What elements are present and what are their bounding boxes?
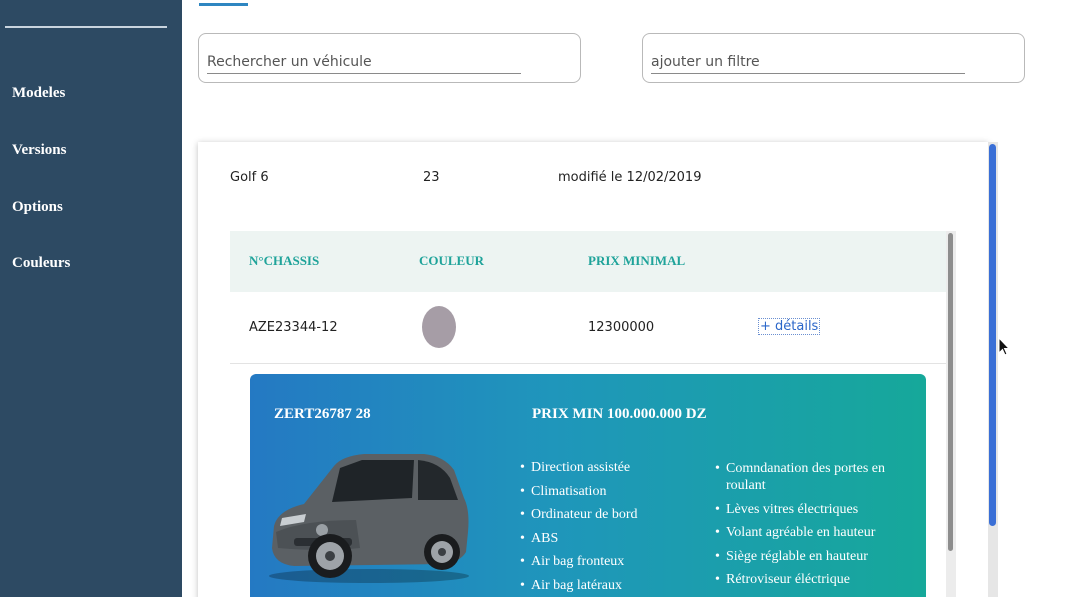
table-row[interactable]: AZE23344-12 12300000 + détails (230, 292, 946, 364)
page-scrollbar[interactable] (988, 142, 998, 597)
sidebar-divider (5, 26, 167, 28)
mouse-cursor-icon (998, 337, 1010, 356)
sidebar: Modeles Versions Options Couleurs (0, 0, 182, 597)
page-scrollbar-thumb[interactable] (989, 144, 996, 526)
feature-list-left: Direction assistée Climatisation Ordinat… (520, 456, 638, 597)
feature-item: Ordinateur de bord (520, 503, 638, 527)
column-header-couleur[interactable]: COULEUR (419, 253, 484, 269)
vehicle-card: Golf 6 23 modifié le 12/02/2019 N°CHASSI… (198, 142, 988, 597)
filter-field (642, 33, 1025, 83)
feature-item: Air bag latéraux (520, 574, 638, 597)
table-scrollbar[interactable] (946, 231, 956, 597)
car-image (269, 454, 469, 583)
filter-input[interactable] (651, 54, 965, 74)
feature-item: ABS (520, 527, 638, 551)
vehicle-count: 23 (423, 170, 440, 185)
sidebar-item-couleurs[interactable]: Couleurs (12, 255, 70, 272)
sidebar-item-versions[interactable]: Versions (12, 142, 66, 159)
feature-item: Air bag fronteux (520, 550, 638, 574)
feature-item: Climatisation (520, 480, 638, 504)
column-header-prix[interactable]: PRIX MINIMAL (588, 253, 685, 269)
detail-code: ZERT26787 28 (274, 406, 371, 422)
table-scrollbar-thumb[interactable] (948, 233, 953, 551)
vehicle-search-field (198, 33, 581, 83)
feature-list-right: Comndanation des portes en roulant Lèves… (715, 460, 905, 595)
feature-item: Siège réglable en hauteur (715, 548, 905, 565)
vehicle-search-input[interactable] (207, 54, 521, 74)
feature-item: Direction assistée (520, 456, 638, 480)
color-swatch (422, 306, 456, 348)
detail-price: PRIX MIN 100.000.000 DZ (532, 406, 707, 422)
price-cell: 12300000 (588, 320, 655, 335)
sidebar-item-modeles[interactable]: Modeles (12, 85, 65, 102)
table-header: N°CHASSIS COULEUR PRIX MINIMAL (230, 231, 946, 292)
column-header-chassis[interactable]: N°CHASSIS (249, 253, 319, 269)
model-name: Golf 6 (230, 170, 269, 185)
vehicle-detail-panel: ZERT26787 28 PRIX MIN 100.000.000 DZ Dir… (250, 374, 926, 597)
feature-item: Lèves vitres électriques (715, 501, 905, 518)
chassis-cell: AZE23344-12 (249, 320, 338, 335)
sidebar-item-options[interactable]: Options (12, 199, 63, 216)
feature-item: Comndanation des portes en roulant (715, 460, 905, 494)
feature-item: Volant agréable en hauteur (715, 524, 905, 541)
modified-date: modifié le 12/02/2019 (558, 170, 702, 185)
active-tab-indicator (199, 3, 248, 6)
details-link[interactable]: + détails (758, 318, 821, 335)
feature-item: Rétroviseur éléctrique (715, 571, 905, 588)
